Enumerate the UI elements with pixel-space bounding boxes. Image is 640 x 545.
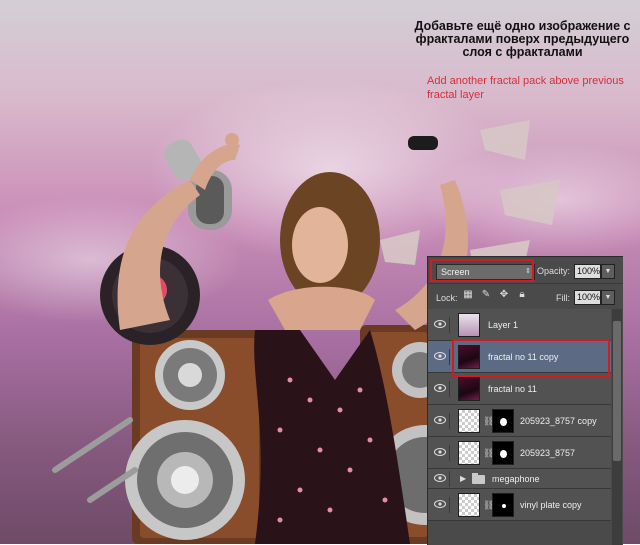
opacity-input[interactable]: 100% [574, 264, 601, 279]
layer-row-layer-1[interactable]: Layer 1 [428, 309, 611, 341]
lock-position-move-icon[interactable]: ✥ [498, 289, 510, 301]
left-speaker [125, 330, 267, 544]
chevron-down-icon: ▼ [604, 294, 612, 301]
layer-mask-thumbnail[interactable] [492, 409, 514, 433]
annotation-russian: Добавьте ещё одно изображение с фрактала… [414, 19, 631, 59]
blend-options-row: Screen ⇕ Opacity: 100% ▼ [428, 257, 623, 285]
layer-thumbnail [458, 441, 480, 465]
lock-transparency-icon[interactable]: ▦ [462, 289, 474, 301]
layer-mask-thumbnail[interactable] [492, 441, 514, 465]
lock-label: Lock: [436, 293, 458, 303]
lock-all-padlock-icon[interactable]: 🔒︎ [516, 289, 528, 301]
visibility-eye-icon[interactable] [431, 412, 450, 429]
fill-label: Fill: [556, 293, 570, 303]
folder-icon [472, 473, 485, 484]
layer-name: vinyl plate copy [520, 500, 582, 510]
lock-pixels-brush-icon[interactable]: ✎ [480, 289, 492, 301]
layer-thumbnail [458, 313, 480, 337]
visibility-eye-icon[interactable] [431, 444, 450, 461]
visibility-eye-icon[interactable] [431, 316, 450, 333]
layer-mask-thumbnail[interactable] [492, 493, 514, 517]
layer-thumbnail [458, 493, 480, 517]
layer-thumbnail [458, 377, 480, 401]
expand-arrow-icon[interactable]: ▶ [460, 474, 466, 483]
fill-input[interactable]: 100% [574, 290, 601, 305]
selected-layer-highlight [452, 339, 610, 377]
layer-thumbnail [458, 409, 480, 433]
annotation-english: Add another fractal pack above previous … [427, 75, 624, 101]
lock-row: Lock: ▦ ✎ ✥ 🔒︎ Fill: 100% ▼ [428, 283, 623, 309]
visibility-eye-icon[interactable] [431, 470, 450, 487]
blend-mode-highlight [430, 259, 534, 282]
opacity-label: Opacity: [537, 266, 571, 276]
layer-row-vinyl-plate-copy[interactable]: ⛓ vinyl plate copy [428, 489, 611, 521]
layers-list: Layer 1 fractal no 11 copy fractal no 11… [428, 309, 623, 545]
fill-dropdown-button[interactable]: ▼ [601, 290, 615, 305]
visibility-eye-icon[interactable] [431, 348, 450, 365]
layers-panel: Screen ⇕ Opacity: 100% ▼ Lock: ▦ ✎ ✥ 🔒︎ … [427, 256, 623, 545]
layer-row-205923-8757-copy[interactable]: ⛓ 205923_8757 copy [428, 405, 611, 437]
opacity-dropdown-button[interactable]: ▼ [601, 264, 615, 279]
layer-name: 205923_8757 copy [520, 416, 597, 426]
visibility-eye-icon[interactable] [431, 380, 450, 397]
layer-group-megaphone[interactable]: ▶ megaphone [428, 469, 611, 489]
layer-name: fractal no 11 [488, 384, 537, 394]
visibility-eye-icon[interactable] [431, 496, 450, 513]
chevron-down-icon: ▼ [604, 268, 612, 275]
layer-name: Layer 1 [488, 320, 519, 330]
layer-name: 205923_8757 [520, 448, 576, 458]
audio-plugs [52, 417, 138, 503]
layer-row-205923-8757[interactable]: ⛓ 205923_8757 [428, 437, 611, 469]
layers-scrollbar[interactable] [612, 309, 622, 545]
layer-row-fractal-no-11[interactable]: fractal no 11 [428, 373, 611, 405]
scrollbar-thumb[interactable] [613, 321, 621, 461]
group-name: megaphone [492, 474, 540, 484]
